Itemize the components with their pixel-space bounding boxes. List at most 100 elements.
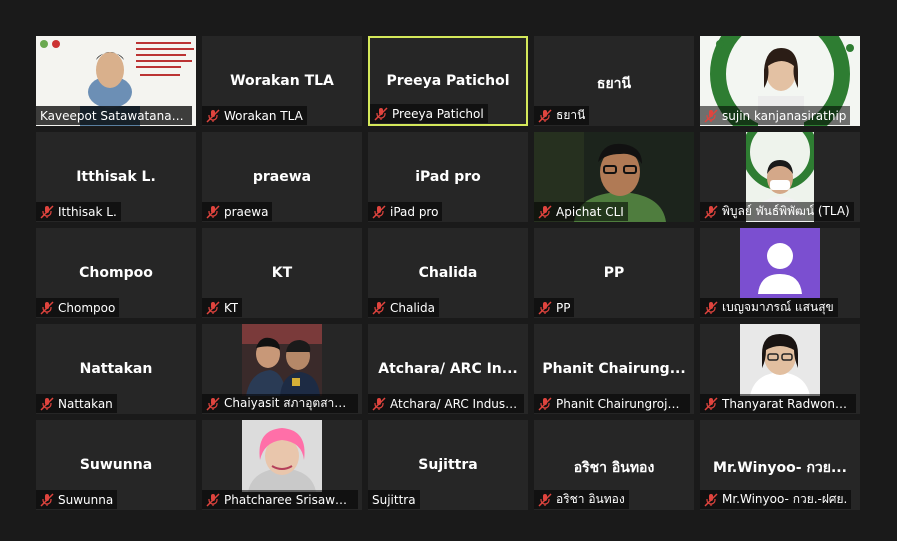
participant-name: Atchara/ ARC Industry [390, 396, 520, 411]
participant-name: Nattakan [58, 396, 113, 411]
participant-tile[interactable]: Apichat CLI [534, 132, 694, 222]
participant-label: Mr.Winyoo- กวย.-ฝศย. [700, 490, 852, 509]
mic-muted-icon [704, 108, 718, 123]
participant-display-name: Suwunna [79, 457, 153, 473]
participant-tile[interactable]: KT KT [202, 228, 362, 318]
participant-tile[interactable]: Sujittra Sujittra [368, 420, 528, 510]
participant-name: Kaveepot Satawatananon [40, 108, 188, 123]
participant-label: praewa [202, 202, 273, 221]
participant-name: PP [556, 300, 571, 315]
mic-muted-icon [372, 204, 386, 219]
participant-tile[interactable]: Phatcharee Srisawang [202, 420, 362, 510]
participant-label: Chaiyasit สภาอุตสาหก... [202, 394, 358, 413]
participant-label: Nattakan [36, 394, 117, 413]
participant-tile[interactable]: iPad pro iPad pro [368, 132, 528, 222]
participant-display-name: Chompoo [79, 265, 153, 281]
participant-tile[interactable]: PP PP [534, 228, 694, 318]
participant-tile-active-speaker[interactable]: Preeya Patichol Preeya Patichol [368, 36, 528, 126]
participant-tile[interactable]: Phanit Chairung... Phanit Chairungrojpa.… [534, 324, 694, 414]
participant-name: พิบูลย์ พันธ์พิพัฒน์ (TLA) [722, 204, 850, 218]
participant-display-name: อริชา อินทอง [573, 460, 655, 476]
participant-label: Chompoo [36, 298, 120, 317]
participant-display-name: iPad pro [415, 169, 481, 185]
mic-muted-icon [206, 492, 220, 507]
participant-label: sujin kanjanasirathip [700, 106, 851, 125]
participant-name: Worakan TLA [224, 108, 303, 123]
mic-muted-icon [206, 108, 220, 123]
participant-name: ธยานี [556, 108, 586, 122]
participant-name: เบญจมาภรณ์ แสนสุข [722, 300, 834, 314]
participant-tile[interactable]: Atchara/ ARC In... Atchara/ ARC Industry [368, 324, 528, 414]
participant-grid: Kaveepot Satawatananon Worakan TLA Worak… [36, 36, 861, 510]
participant-name: Mr.Winyoo- กวย.-ฝศย. [722, 492, 848, 506]
mic-muted-icon [206, 396, 220, 411]
participant-label: PP [534, 298, 575, 317]
participant-tile[interactable]: ธยานี ธยานี [534, 36, 694, 126]
participant-name: Phatcharee Srisawang [224, 492, 354, 507]
participant-tile[interactable]: Worakan TLA Worakan TLA [202, 36, 362, 126]
participant-display-name: Nattakan [79, 361, 153, 377]
mic-muted-icon [374, 106, 388, 121]
participant-name: Preeya Patichol [392, 106, 484, 121]
participant-display-name: Worakan TLA [230, 73, 334, 89]
participant-name: Chompoo [58, 300, 116, 315]
participant-tile[interactable]: Chalida Chalida [368, 228, 528, 318]
mic-muted-icon [704, 300, 718, 315]
participant-label: Phatcharee Srisawang [202, 490, 358, 509]
mic-muted-icon [372, 396, 386, 411]
participant-tile[interactable]: praewa praewa [202, 132, 362, 222]
mic-muted-icon [538, 396, 552, 411]
mic-muted-icon [40, 204, 54, 219]
participant-tile[interactable]: พิบูลย์ พันธ์พิพัฒน์ (TLA) [700, 132, 860, 222]
participant-tile[interactable]: sujin kanjanasirathip [700, 36, 860, 126]
mic-muted-icon [40, 300, 54, 315]
participant-display-name: Itthisak L. [76, 169, 156, 185]
participant-label: เบญจมาภรณ์ แสนสุข [700, 298, 838, 317]
participant-tile[interactable]: Thanyarat Radwongw... [700, 324, 860, 414]
participant-name: KT [224, 300, 239, 315]
participant-label: Sujittra [368, 490, 420, 509]
participant-label: Apichat CLI [534, 202, 628, 221]
participant-name: iPad pro [390, 204, 439, 219]
mic-muted-icon [538, 492, 552, 507]
mic-muted-icon [372, 300, 386, 315]
participant-name: Chalida [390, 300, 435, 315]
mic-muted-icon [538, 300, 552, 315]
participant-display-name: Sujittra [418, 457, 478, 473]
participant-display-name: PP [603, 265, 625, 281]
participant-label: Chalida [368, 298, 439, 317]
mic-muted-icon [704, 204, 718, 219]
participant-label: ธยานี [534, 106, 590, 125]
participant-name: Itthisak L. [58, 204, 117, 219]
participant-label: Preeya Patichol [370, 104, 488, 123]
participant-name: อริชา อินทอง [556, 492, 625, 506]
mic-muted-icon [40, 492, 54, 507]
participant-name: Apichat CLI [556, 204, 624, 219]
participant-tile[interactable]: เบญจมาภรณ์ แสนสุข [700, 228, 860, 318]
mic-muted-icon [206, 204, 220, 219]
participant-tile[interactable]: Mr.Winyoo- กวย... Mr.Winyoo- กวย.-ฝศย. [700, 420, 860, 510]
participant-tile[interactable]: Suwunna Suwunna [36, 420, 196, 510]
participant-tile[interactable]: Nattakan Nattakan [36, 324, 196, 414]
participant-display-name: Phanit Chairung... [542, 361, 686, 377]
participant-tile[interactable]: Kaveepot Satawatananon [36, 36, 196, 126]
participant-label: Suwunna [36, 490, 118, 509]
mic-muted-icon [538, 108, 552, 123]
participant-label: พิบูลย์ พันธ์พิพัฒน์ (TLA) [700, 202, 854, 221]
participant-label: KT [202, 298, 243, 317]
participant-name: Phanit Chairungrojpa... [556, 396, 686, 411]
participant-label: อริชา อินทอง [534, 490, 629, 509]
default-avatar-icon [740, 228, 820, 298]
mic-muted-icon [40, 396, 54, 411]
participant-display-name: Preeya Patichol [386, 73, 510, 89]
mic-muted-icon [206, 300, 220, 315]
participant-tile[interactable]: Chaiyasit สภาอุตสาหก... [202, 324, 362, 414]
participant-tile[interactable]: Chompoo Chompoo [36, 228, 196, 318]
participant-tile[interactable]: อริชา อินทอง อริชา อินทอง [534, 420, 694, 510]
participant-tile[interactable]: Itthisak L. Itthisak L. [36, 132, 196, 222]
participant-label: Phanit Chairungrojpa... [534, 394, 690, 413]
participant-label: Kaveepot Satawatananon [36, 106, 192, 125]
video-feed [242, 324, 322, 396]
mic-muted-icon [704, 396, 718, 411]
participant-label: Itthisak L. [36, 202, 121, 221]
